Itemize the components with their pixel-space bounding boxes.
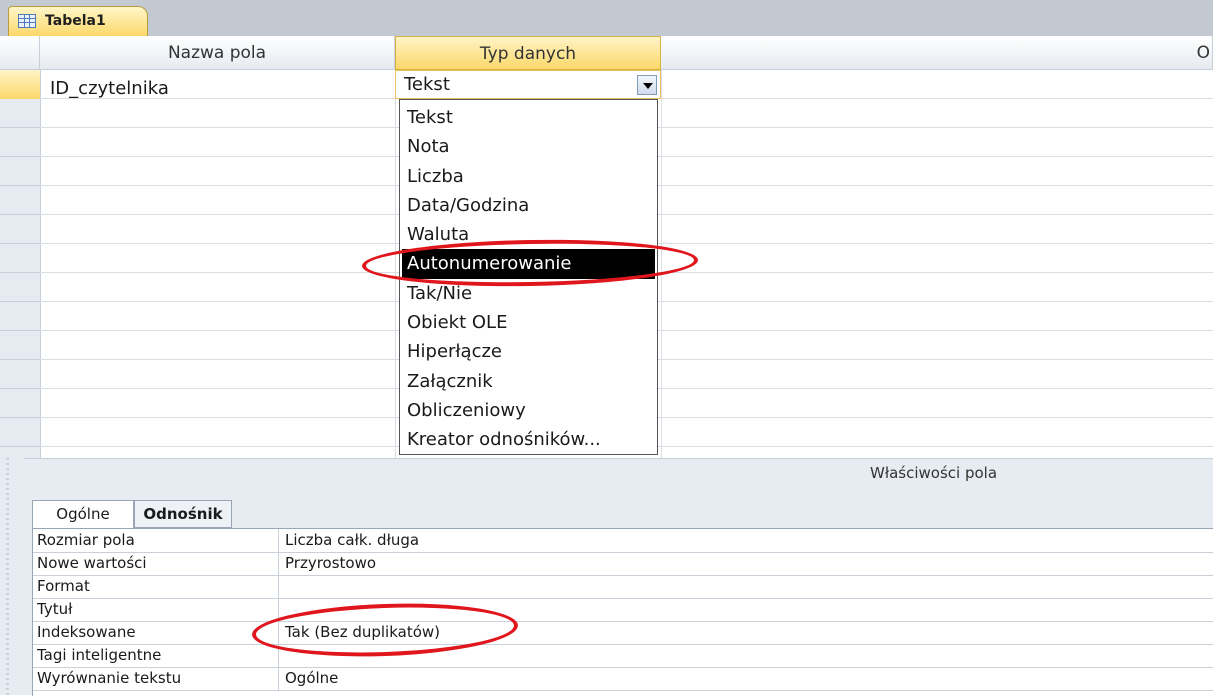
data-type-cell[interactable]: Tekst xyxy=(395,70,661,99)
property-divider xyxy=(278,575,279,598)
data-type-value: Tekst xyxy=(404,74,450,95)
property-divider xyxy=(278,667,279,690)
property-divider xyxy=(278,529,279,552)
property-value[interactable]: Ogólne xyxy=(285,667,338,689)
dropdown-option[interactable]: Liczba xyxy=(400,162,657,191)
property-value[interactable]: Liczba całk. długa xyxy=(285,529,419,551)
property-row[interactable]: Tagi inteligentne xyxy=(33,644,1213,668)
dropdown-option[interactable]: Nota xyxy=(400,132,657,161)
property-label: Nowe wartości xyxy=(37,554,147,572)
column-header-field-name[interactable]: Nazwa pola xyxy=(40,36,395,70)
dropdown-option[interactable]: Kreator odnośników... xyxy=(400,425,657,454)
dropdown-option[interactable]: Załącznik xyxy=(400,367,657,396)
dropdown-option[interactable]: Data/Godzina xyxy=(400,191,657,220)
pane-resize-rail[interactable] xyxy=(0,458,24,695)
property-label: Wyrównanie tekstu xyxy=(37,669,182,687)
property-row[interactable]: Wyrównanie tekstu Ogólne xyxy=(33,667,1213,691)
property-divider xyxy=(278,552,279,575)
property-value[interactable]: Przyrostowo xyxy=(285,552,376,574)
field-name-cell[interactable]: ID_czytelnika xyxy=(50,78,169,99)
dropdown-option[interactable]: Tekst xyxy=(400,103,657,132)
property-label: Format xyxy=(37,577,90,595)
dropdown-option[interactable]: Obliczeniowy xyxy=(400,396,657,425)
field-properties-title: Właściwości pola xyxy=(870,464,998,482)
property-row[interactable]: Rozmiar pola Liczba całk. długa xyxy=(33,529,1213,553)
property-label: Rozmiar pola xyxy=(37,531,135,549)
property-row[interactable]: Nowe wartości Przyrostowo xyxy=(33,552,1213,576)
property-row[interactable]: Tytuł xyxy=(33,598,1213,622)
document-tab-strip: Tabela1 xyxy=(0,0,1213,37)
document-tab-label: Tabela1 xyxy=(45,13,106,29)
dropdown-option[interactable]: Hiperłącze xyxy=(400,337,657,366)
chevron-down-icon[interactable] xyxy=(637,75,657,95)
table-icon xyxy=(18,14,36,28)
tab-lookup[interactable]: Odnośnik xyxy=(134,500,232,528)
property-row[interactable]: Indeksowane Tak (Bez duplikatów) xyxy=(33,621,1213,645)
property-label: Tytuł xyxy=(37,600,73,618)
column-header-data-type[interactable]: Typ danych xyxy=(395,36,661,70)
column-header-description[interactable]: O xyxy=(661,36,1213,70)
field-properties-header: Właściwości pola xyxy=(24,458,1213,489)
field-properties-table: Rozmiar pola Liczba całk. długa Nowe war… xyxy=(32,528,1213,696)
property-label: Tagi inteligentne xyxy=(37,646,162,664)
row-selector-column[interactable] xyxy=(0,70,41,458)
current-row-selector[interactable] xyxy=(0,70,41,99)
dropdown-option[interactable]: Obiekt OLE xyxy=(400,308,657,337)
property-row[interactable]: Format xyxy=(33,575,1213,599)
tab-general[interactable]: Ogólne xyxy=(32,500,134,530)
property-label: Indeksowane xyxy=(37,623,136,641)
document-tab-tabela1[interactable]: Tabela1 xyxy=(8,6,148,36)
grid-corner[interactable] xyxy=(0,36,40,70)
